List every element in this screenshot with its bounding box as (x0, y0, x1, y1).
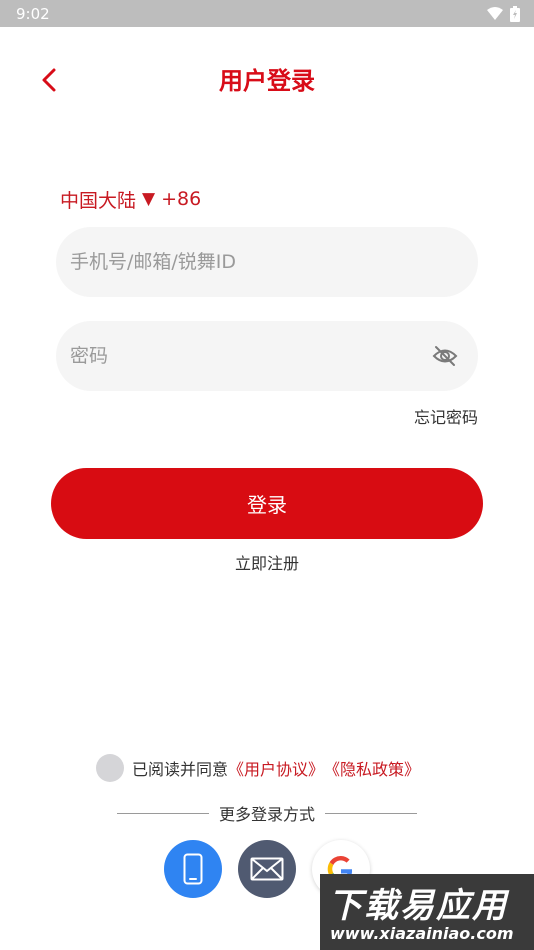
register-link[interactable]: 立即注册 (0, 550, 534, 574)
password-input[interactable] (70, 345, 430, 367)
phone-login-button[interactable] (164, 840, 222, 898)
user-agreement-link[interactable]: 《用户协议》 (228, 756, 324, 780)
email-login-button[interactable] (238, 840, 296, 898)
watermark-logo: 下载易应用 www.xiazainiao.com (320, 874, 534, 950)
country-name: 中国大陆 (60, 189, 137, 212)
country-code: +86 (161, 188, 202, 210)
account-input[interactable] (70, 251, 460, 273)
login-screen: 9:02 用户登录 中国大陆 ▼ +86 手机号/邮箱/锐舞ID 忘记密码 登录… (0, 0, 534, 950)
more-login-divider: 更多登录方式 (0, 800, 534, 826)
dropdown-arrow-icon: ▼ (142, 189, 156, 209)
battery-icon (510, 5, 520, 22)
agreement-prefix: 已阅读并同意 (132, 760, 229, 779)
status-icons (486, 5, 520, 22)
forgot-password-link[interactable]: 忘记密码 (414, 404, 478, 428)
password-visibility-toggle[interactable] (430, 341, 460, 371)
agreement-row: 已阅读并同意 《用户协议》 《隐私政策》 (96, 753, 420, 783)
divider-line-left (116, 812, 209, 814)
page-title: 用户登录 (219, 67, 315, 95)
mail-icon (250, 857, 284, 881)
login-button[interactable]: 登录 (51, 468, 483, 539)
watermark-url: www.xiazainiao.com (330, 924, 514, 943)
password-field[interactable] (56, 321, 478, 391)
back-button[interactable] (32, 62, 66, 98)
privacy-policy-link[interactable]: 《隐私政策》 (324, 756, 420, 780)
account-field[interactable] (56, 227, 478, 297)
back-arrow-icon (42, 68, 56, 92)
watermark-title: 下载易应用 (328, 886, 508, 926)
phone-icon (183, 853, 203, 885)
status-bar: 9:02 (0, 0, 534, 27)
divider-line-right (325, 812, 417, 814)
agree-checkbox[interactable] (96, 754, 124, 782)
wifi-icon (487, 6, 503, 20)
status-time: 9:02 (16, 4, 50, 23)
more-login-label: 更多登录方式 (218, 805, 315, 824)
eye-off-icon (432, 346, 458, 366)
country-selector[interactable]: 中国大陆 ▼ +86 (60, 184, 201, 214)
